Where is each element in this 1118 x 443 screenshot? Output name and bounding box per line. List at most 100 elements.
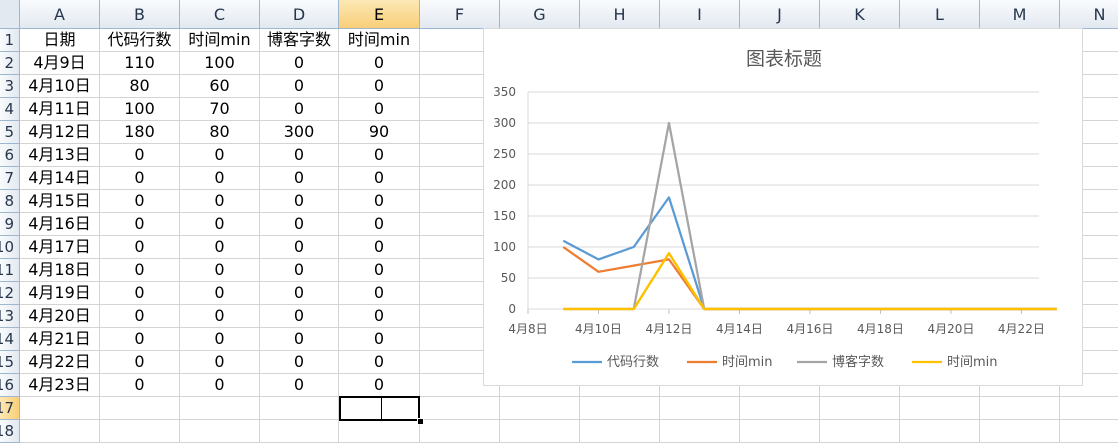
cell-c4[interactable]: 70 <box>180 98 260 121</box>
cell-d2[interactable]: 0 <box>260 52 339 75</box>
cell-b9[interactable]: 0 <box>100 213 180 236</box>
cell-d10[interactable]: 0 <box>260 236 339 259</box>
cell-e14[interactable]: 0 <box>339 328 420 351</box>
cell-d9[interactable]: 0 <box>260 213 339 236</box>
cell-c3[interactable]: 60 <box>180 75 260 98</box>
cell-n18[interactable] <box>1060 420 1118 443</box>
cell-a14[interactable]: 4月21日 <box>20 328 100 351</box>
cell-d12[interactable]: 0 <box>260 282 339 305</box>
cell-f18[interactable] <box>420 420 500 443</box>
cell-e7[interactable]: 0 <box>339 167 420 190</box>
cell-e6[interactable]: 0 <box>339 144 420 167</box>
cell-b18[interactable] <box>100 420 180 443</box>
cell-b15[interactable]: 0 <box>100 351 180 374</box>
cell-a3[interactable]: 4月10日 <box>20 75 100 98</box>
cell-e8[interactable]: 0 <box>339 190 420 213</box>
cell-d11[interactable]: 0 <box>260 259 339 282</box>
select-all-corner[interactable] <box>0 0 20 29</box>
row-header-17[interactable]: 17 <box>0 397 20 420</box>
cell-c2[interactable]: 100 <box>180 52 260 75</box>
column-header-c[interactable]: C <box>180 0 260 29</box>
cell-b13[interactable]: 0 <box>100 305 180 328</box>
cell-a8[interactable]: 4月15日 <box>20 190 100 213</box>
row-header-18[interactable]: 18 <box>0 420 20 443</box>
row-header-4[interactable]: 4 <box>0 98 20 121</box>
row-header-16[interactable]: 16 <box>0 374 20 397</box>
cell-a6[interactable]: 4月13日 <box>20 144 100 167</box>
column-header-f[interactable]: F <box>420 0 500 29</box>
cell-c6[interactable]: 0 <box>180 144 260 167</box>
cell-d7[interactable]: 0 <box>260 167 339 190</box>
line-chart[interactable]: 图表标题 0 50 100 150 200 250 300 350 4月8日 4月10日 4月12日 4… <box>483 28 1083 386</box>
cell-e1[interactable]: 时间min <box>339 29 420 52</box>
column-header-j[interactable]: J <box>740 0 820 29</box>
cell-j18[interactable] <box>740 420 820 443</box>
cell-b16[interactable]: 0 <box>100 374 180 397</box>
cell-b17[interactable] <box>100 397 180 420</box>
cell-b10[interactable]: 0 <box>100 236 180 259</box>
cell-e9[interactable]: 0 <box>339 213 420 236</box>
cell-c8[interactable]: 0 <box>180 190 260 213</box>
cell-b2[interactable]: 110 <box>100 52 180 75</box>
cell-a10[interactable]: 4月17日 <box>20 236 100 259</box>
cell-d3[interactable]: 0 <box>260 75 339 98</box>
cell-a15[interactable]: 4月22日 <box>20 351 100 374</box>
cell-d13[interactable]: 0 <box>260 305 339 328</box>
cell-b12[interactable]: 0 <box>100 282 180 305</box>
column-header-a[interactable]: A <box>20 0 100 29</box>
cell-i17[interactable] <box>660 397 740 420</box>
row-header-5[interactable]: 5 <box>0 121 20 144</box>
cell-c5[interactable]: 80 <box>180 121 260 144</box>
active-cell-selection[interactable] <box>339 396 420 421</box>
cell-g17[interactable] <box>500 397 580 420</box>
cell-a18[interactable] <box>20 420 100 443</box>
cell-a7[interactable]: 4月14日 <box>20 167 100 190</box>
row-header-9[interactable]: 9 <box>0 213 20 236</box>
cell-d14[interactable]: 0 <box>260 328 339 351</box>
cell-b6[interactable]: 0 <box>100 144 180 167</box>
cell-m17[interactable] <box>980 397 1060 420</box>
cell-f17[interactable] <box>420 397 500 420</box>
fill-handle[interactable] <box>417 418 424 425</box>
cell-d4[interactable]: 0 <box>260 98 339 121</box>
cell-b11[interactable]: 0 <box>100 259 180 282</box>
cell-a4[interactable]: 4月11日 <box>20 98 100 121</box>
cell-e11[interactable]: 0 <box>339 259 420 282</box>
cell-d1[interactable]: 博客字数 <box>260 29 339 52</box>
row-header-11[interactable]: 11 <box>0 259 20 282</box>
cell-c18[interactable] <box>180 420 260 443</box>
cell-c13[interactable]: 0 <box>180 305 260 328</box>
column-header-k[interactable]: K <box>820 0 900 29</box>
cell-c1[interactable]: 时间min <box>180 29 260 52</box>
column-header-i[interactable]: I <box>660 0 740 29</box>
cell-a17[interactable] <box>20 397 100 420</box>
cell-e3[interactable]: 0 <box>339 75 420 98</box>
column-header-m[interactable]: M <box>980 0 1060 29</box>
cell-e18[interactable] <box>339 420 420 443</box>
cell-c10[interactable]: 0 <box>180 236 260 259</box>
cell-a11[interactable]: 4月18日 <box>20 259 100 282</box>
cell-c12[interactable]: 0 <box>180 282 260 305</box>
cell-b7[interactable]: 0 <box>100 167 180 190</box>
cell-c11[interactable]: 0 <box>180 259 260 282</box>
column-header-b[interactable]: B <box>100 0 180 29</box>
cell-d15[interactable]: 0 <box>260 351 339 374</box>
column-header-g[interactable]: G <box>500 0 580 29</box>
cell-n17[interactable] <box>1060 397 1118 420</box>
column-header-h[interactable]: H <box>580 0 660 29</box>
row-header-10[interactable]: 10 <box>0 236 20 259</box>
cell-a16[interactable]: 4月23日 <box>20 374 100 397</box>
cell-a1[interactable]: 日期 <box>20 29 100 52</box>
row-header-13[interactable]: 13 <box>0 305 20 328</box>
cell-e12[interactable]: 0 <box>339 282 420 305</box>
cell-b4[interactable]: 100 <box>100 98 180 121</box>
cell-b14[interactable]: 0 <box>100 328 180 351</box>
cell-j17[interactable] <box>740 397 820 420</box>
column-header-l[interactable]: L <box>900 0 980 29</box>
cell-l17[interactable] <box>900 397 980 420</box>
row-header-7[interactable]: 7 <box>0 167 20 190</box>
row-header-2[interactable]: 2 <box>0 52 20 75</box>
cell-c16[interactable]: 0 <box>180 374 260 397</box>
cell-d18[interactable] <box>260 420 339 443</box>
cell-e4[interactable]: 0 <box>339 98 420 121</box>
